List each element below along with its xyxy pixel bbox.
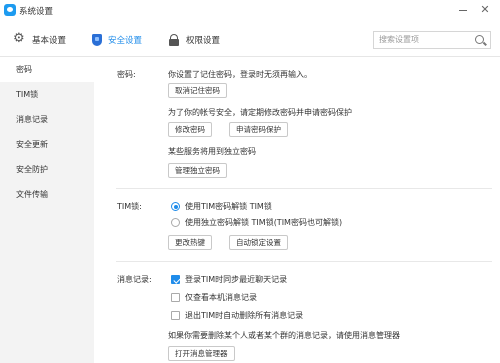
window-title: 系统设置 [19,7,54,17]
checkbox-label: 登录TIM时同步最近聊天记录 [185,275,288,284]
tab-security-settings[interactable]: 安全设置 [92,31,142,49]
local-records-only-checkbox[interactable] [171,293,180,302]
section-divider [116,188,492,189]
tab-label: 基本设置 [32,36,67,46]
close-button[interactable]: ✕ [478,3,492,17]
remembered-password-text: 你设置了记住密码，登录时无须再输入。 [168,70,312,79]
auto-lock-settings-button[interactable]: 自动锁定设置 [229,235,288,250]
delete-records-on-exit-checkbox[interactable] [171,311,180,320]
message-manager-hint: 如果你需要删除某个人或者某个群的消息记录，请使用消息管理器 [168,331,400,340]
sidebar: 密码 TIM锁 消息记录 安全更新 安全防护 文件传输 [0,57,94,363]
password-security-hint: 为了你的帐号安全，请定期修改密码并申请密码保护 [168,108,352,117]
sync-recent-chats-checkbox[interactable] [171,275,180,284]
settings-tab-bar: 基本设置 安全设置 权限设置 [0,22,500,57]
tab-permission-settings[interactable]: 权限设置 [168,31,220,49]
tim-lock-radio-tim-password[interactable] [171,202,180,211]
sidebar-item-security-updates[interactable]: 安全更新 [0,132,94,157]
tab-basic-settings[interactable]: 基本设置 [13,31,67,49]
sidebar-item-file-transfer[interactable]: 文件传输 [0,182,94,207]
minimize-button[interactable] [456,3,470,17]
tab-label: 权限设置 [186,36,221,46]
search-input[interactable] [379,35,471,44]
apply-password-protection-button[interactable]: 申请密码保护 [229,122,288,137]
gear-icon [13,31,26,46]
message-records-section-label: 消息记录: [117,275,152,284]
sidebar-item-password[interactable]: 密码 [0,57,94,82]
change-hotkey-button[interactable]: 更改热键 [168,235,212,250]
tim-lock-radio-independent-password[interactable] [171,218,180,227]
tim-lock-section-label: TIM锁: [117,202,142,211]
tab-label: 安全设置 [108,36,143,46]
manage-independent-password-button[interactable]: 管理独立密码 [168,163,227,178]
tim-lock-option-label: 使用TIM密码解锁 TIM锁 [185,202,272,211]
settings-main-panel: 密码: 你设置了记住密码，登录时无须再输入。 取消记住密码 为了你的帐号安全，请… [94,57,500,363]
change-password-button[interactable]: 修改密码 [168,122,212,137]
tim-logo-icon [4,4,16,16]
tim-lock-option-label: 使用独立密码解锁 TIM锁(TIM密码也可解锁) [185,218,343,227]
search-icon[interactable] [475,35,484,44]
password-section-label: 密码: [117,70,136,79]
sidebar-item-security-protection[interactable]: 安全防护 [0,157,94,182]
section-divider [116,261,492,262]
open-message-manager-button[interactable]: 打开消息管理器 [168,346,235,361]
lock-icon [168,34,180,46]
search-box[interactable] [373,31,491,49]
independent-password-hint: 某些服务将用到独立密码 [168,147,256,156]
checkbox-label: 退出TIM时自动删除所有消息记录 [185,311,304,320]
sidebar-item-tim-lock[interactable]: TIM锁 [0,82,94,107]
sidebar-item-message-records[interactable]: 消息记录 [0,107,94,132]
checkbox-label: 仅查看本机消息记录 [185,293,257,302]
cancel-remember-password-button[interactable]: 取消记住密码 [168,83,227,98]
shield-icon [92,34,102,46]
title-bar: 系统设置 ✕ [0,0,500,22]
